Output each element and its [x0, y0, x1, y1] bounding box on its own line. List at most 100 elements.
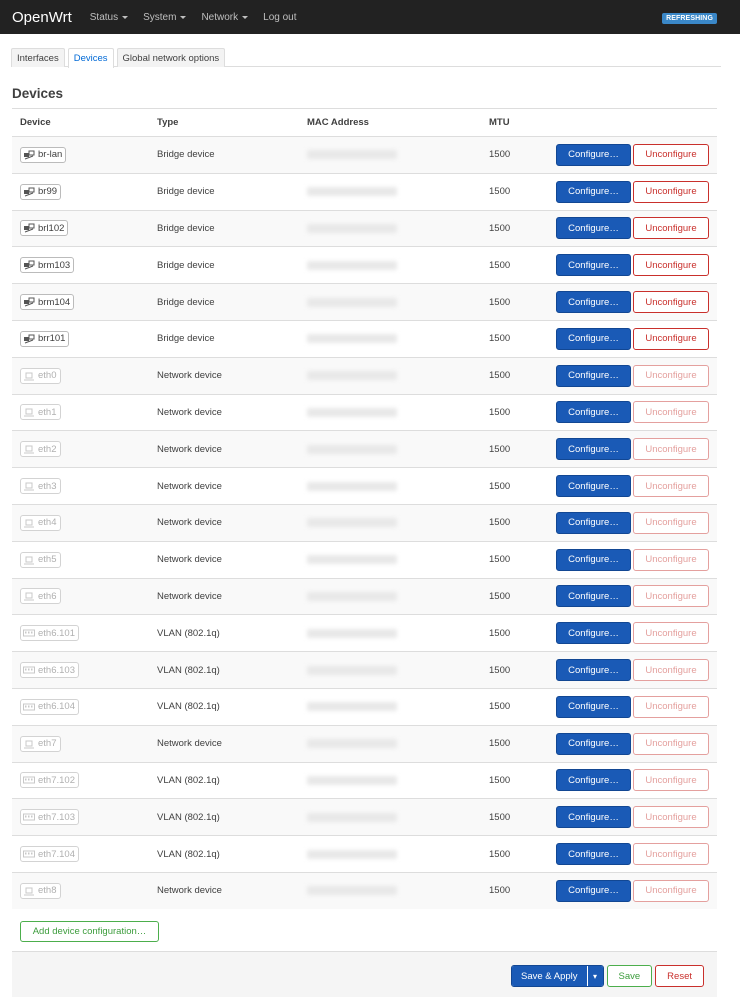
configure-button[interactable]: Configure… [556, 659, 631, 682]
unconfigure-button[interactable]: Unconfigure [633, 879, 709, 902]
device-badge[interactable]: br99 [20, 183, 62, 200]
device-badge[interactable]: eth6 [20, 588, 61, 605]
device-type: Network device [157, 517, 222, 529]
device-badge[interactable]: brl102 [20, 220, 69, 237]
device-badge[interactable]: eth5 [20, 551, 61, 568]
configure-button[interactable]: Configure… [556, 511, 631, 534]
unconfigure-button[interactable]: Unconfigure [633, 695, 709, 718]
configure-button[interactable]: Configure… [556, 622, 631, 645]
mac-address [299, 628, 481, 638]
tab-interfaces[interactable]: Interfaces [11, 48, 65, 67]
mac-redacted [307, 518, 397, 528]
apply-options-dropdown[interactable]: ▾ [586, 966, 603, 986]
device-badge[interactable]: eth7.103 [20, 809, 79, 826]
unconfigure-button[interactable]: Unconfigure [633, 401, 709, 424]
device-badge[interactable]: eth7 [20, 735, 61, 752]
unconfigure-button[interactable]: Unconfigure [633, 511, 709, 534]
configure-button[interactable]: Configure… [556, 327, 631, 350]
device-cell: eth4 [12, 514, 149, 531]
device-badge[interactable]: eth2 [20, 441, 61, 458]
configure-button[interactable]: Configure… [556, 585, 631, 608]
table-row: eth6.101 VLAN (802.1q) 1500 Configure… Uncon… [12, 614, 717, 651]
unconfigure-button[interactable]: Unconfigure [633, 475, 709, 498]
configure-button[interactable]: Configure… [556, 843, 631, 866]
device-type: Network device [157, 738, 222, 750]
unconfigure-button[interactable]: Unconfigure [633, 438, 709, 461]
device-badge[interactable]: eth7.104 [20, 846, 79, 863]
device-badge[interactable]: eth7.102 [20, 772, 79, 789]
add-device-configuration-button[interactable]: Add device configuration… [20, 921, 159, 942]
unconfigure-button[interactable]: Unconfigure [633, 585, 709, 608]
unconfigure-button[interactable]: Unconfigure [633, 806, 709, 829]
configure-button[interactable]: Configure… [556, 769, 631, 792]
row-actions: Configure… Unconfigure [549, 806, 717, 829]
device-name: br-lan [38, 149, 63, 161]
save-button[interactable]: Save [606, 965, 653, 987]
menu-log-out[interactable]: Log out [263, 12, 296, 23]
tab-devices[interactable]: Devices [67, 48, 114, 68]
row-actions: Configure… Unconfigure [549, 732, 717, 755]
unconfigure-button[interactable]: Unconfigure [633, 659, 709, 682]
configure-button[interactable]: Configure… [556, 364, 631, 387]
bridge-icon [24, 297, 35, 307]
configure-button[interactable]: Configure… [556, 879, 631, 902]
menu-system[interactable]: System [143, 12, 187, 23]
unconfigure-button[interactable]: Unconfigure [633, 843, 709, 866]
device-name: eth7.104 [38, 848, 75, 860]
device-badge[interactable]: brm104 [20, 294, 75, 311]
table-row: eth6.103 VLAN (802.1q) 1500 Configure… Uncon… [12, 651, 717, 688]
tab-global-network-options[interactable]: Global network options [116, 48, 226, 67]
configure-button[interactable]: Configure… [556, 291, 631, 314]
column-device: Device [20, 117, 51, 128]
device-badge[interactable]: brr101 [20, 330, 70, 347]
device-badge[interactable]: eth6.103 [20, 662, 79, 679]
device-badge[interactable]: br-lan [20, 146, 67, 163]
menu-network[interactable]: Network [201, 12, 249, 23]
device-badge[interactable]: eth4 [20, 514, 61, 531]
device-badge[interactable]: eth0 [20, 367, 61, 384]
unconfigure-button[interactable]: Unconfigure [633, 254, 709, 277]
configure-button[interactable]: Configure… [556, 475, 631, 498]
unconfigure-button[interactable]: Unconfigure [633, 769, 709, 792]
device-badge[interactable]: eth8 [20, 882, 61, 899]
save-apply-button[interactable]: Save & Apply [512, 966, 587, 986]
unconfigure-button[interactable]: Unconfigure [633, 291, 709, 314]
unconfigure-button[interactable]: Unconfigure [633, 180, 709, 203]
unconfigure-button[interactable]: Unconfigure [633, 327, 709, 350]
configure-button[interactable]: Configure… [556, 217, 631, 240]
device-badge[interactable]: eth6.101 [20, 625, 79, 642]
brand-logo[interactable]: OpenWrt [12, 9, 72, 26]
mac-redacted [307, 628, 397, 638]
configure-button[interactable]: Configure… [556, 143, 631, 166]
unconfigure-button[interactable]: Unconfigure [633, 143, 709, 166]
device-badge[interactable]: eth3 [20, 478, 61, 495]
configure-button[interactable]: Configure… [556, 695, 631, 718]
device-cell: eth6 [12, 588, 149, 605]
configure-button[interactable]: Configure… [556, 180, 631, 203]
configure-button[interactable]: Configure… [556, 732, 631, 755]
configure-button[interactable]: Configure… [556, 254, 631, 277]
device-name: eth2 [38, 443, 57, 455]
refresh-status-badge[interactable]: REFRESHING [662, 13, 717, 24]
configure-button[interactable]: Configure… [556, 438, 631, 461]
device-badge[interactable]: eth6.104 [20, 698, 79, 715]
reset-button[interactable]: Reset [655, 965, 704, 987]
device-badge[interactable]: eth1 [20, 404, 61, 421]
unconfigure-button[interactable]: Unconfigure [633, 548, 709, 571]
row-actions: Configure… Unconfigure [549, 475, 717, 498]
device-badge[interactable]: brm103 [20, 257, 75, 274]
menu-status[interactable]: Status [90, 12, 129, 23]
mac-address [299, 371, 481, 381]
configure-button[interactable]: Configure… [556, 401, 631, 424]
unconfigure-button[interactable]: Unconfigure [633, 622, 709, 645]
mac-address [299, 223, 481, 233]
configure-button[interactable]: Configure… [556, 548, 631, 571]
device-cell: eth8 [12, 882, 149, 899]
configure-button[interactable]: Configure… [556, 806, 631, 829]
device-name: brm103 [38, 259, 71, 271]
unconfigure-button[interactable]: Unconfigure [633, 364, 709, 387]
unconfigure-button[interactable]: Unconfigure [633, 217, 709, 240]
device-name: eth6.103 [38, 664, 75, 676]
device-type: Network device [157, 406, 222, 418]
unconfigure-button[interactable]: Unconfigure [633, 732, 709, 755]
